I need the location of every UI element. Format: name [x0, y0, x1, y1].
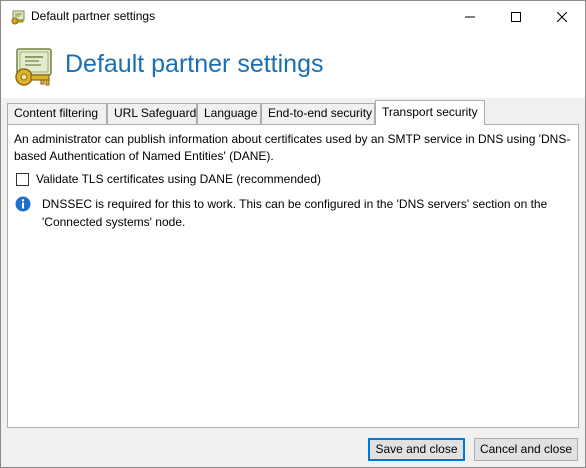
transport-security-panel: An administrator can publish information…	[7, 124, 579, 428]
title-bar[interactable]: Default partner settings	[1, 1, 585, 32]
dialog-window: Default partner settings Default partner…	[0, 0, 586, 468]
tab-end-to-end-security[interactable]: End-to-end security	[261, 103, 375, 124]
dnssec-info-text: DNSSEC is required for this to work. Thi…	[42, 197, 548, 229]
close-icon	[557, 11, 567, 22]
cancel-and-close-button[interactable]: Cancel and close	[474, 438, 578, 461]
close-button[interactable]	[539, 1, 585, 32]
certificate-key-icon	[11, 10, 25, 25]
tab-content-filtering[interactable]: Content filtering	[7, 103, 107, 124]
info-icon	[15, 196, 31, 212]
tab-transport-security[interactable]: Transport security	[375, 100, 485, 125]
minimize-button[interactable]	[447, 1, 493, 32]
page-title: Default partner settings	[65, 50, 324, 78]
maximize-button[interactable]	[493, 1, 539, 32]
dane-checkbox-label[interactable]: Validate TLS certificates using DANE (re…	[36, 172, 321, 186]
tab-url-safeguard[interactable]: URL Safeguard	[107, 103, 197, 124]
tab-language[interactable]: Language	[197, 103, 261, 124]
dane-description: An administrator can publish information…	[14, 132, 571, 163]
dane-checkbox-row[interactable]: Validate TLS certificates using DANE (re…	[16, 172, 321, 186]
dialog-header: Default partner settings	[1, 32, 585, 98]
save-and-close-button[interactable]: Save and close	[368, 438, 465, 461]
window-title: Default partner settings	[31, 9, 156, 23]
maximize-icon	[511, 11, 521, 22]
dane-checkbox[interactable]	[16, 172, 29, 186]
certificate-key-icon	[15, 48, 52, 86]
minimize-icon	[465, 16, 475, 17]
